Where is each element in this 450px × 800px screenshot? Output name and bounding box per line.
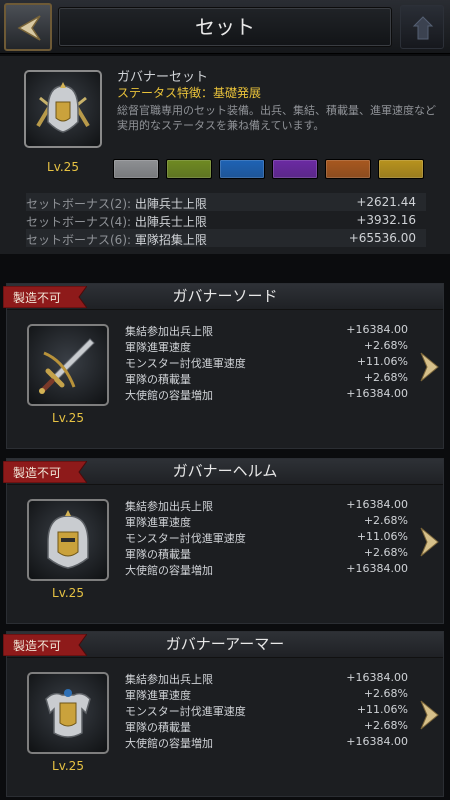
- set-description: 総督官職専用のセット装備。出兵、集結、積載量、進軍速度など実用的なステータスを兼…: [117, 104, 436, 132]
- set-bonus-row: セットボーナス(2): 出陣兵士上限 +2621.44: [26, 193, 426, 211]
- stat-row: 軍隊の積載量 +2.68%: [125, 719, 408, 735]
- item-level: Lv.25: [52, 759, 84, 773]
- helmet-icon: [47, 510, 89, 569]
- back-button[interactable]: [4, 3, 52, 51]
- set-trait: ステータス特徴：基礎発展: [117, 86, 262, 100]
- stat-value: +2.68%: [363, 371, 408, 384]
- quality-swatch-gold[interactable]: [378, 159, 424, 179]
- stat-label: モンスター討伐進軍速度: [125, 705, 246, 718]
- set-level: Lv.25: [47, 160, 79, 174]
- stat-label: 集結参加出兵上限: [125, 673, 213, 686]
- set-bonus-value: +2621.44: [356, 195, 416, 209]
- stat-row: 軍隊の積載量 +2.68%: [125, 371, 408, 387]
- stat-label: 軍隊進軍速度: [125, 689, 191, 702]
- stat-label: 軍隊の積載量: [125, 721, 191, 734]
- stat-value: +16384.00: [346, 323, 408, 336]
- quality-swatch-green[interactable]: [166, 159, 212, 179]
- stat-value: +2.68%: [363, 687, 408, 700]
- governor-helmet-emblem-icon: [36, 82, 90, 133]
- stat-row: 大使館の容量増加 +16384.00: [125, 387, 408, 403]
- stat-value: +11.06%: [356, 703, 408, 716]
- quality-swatch-blue[interactable]: [219, 159, 265, 179]
- stat-row: 集結参加出兵上限 +16384.00: [125, 323, 408, 339]
- stat-row: モンスター討伐進軍速度 +11.06%: [125, 530, 408, 546]
- stat-row: 軍隊進軍速度 +2.68%: [125, 687, 408, 703]
- set-bonus-value: +65536.00: [348, 231, 416, 245]
- top-bar: セット: [0, 0, 450, 54]
- stat-value: +2.68%: [363, 719, 408, 732]
- set-bonus-value: +3932.16: [356, 213, 416, 227]
- item-icon[interactable]: [27, 499, 109, 581]
- stat-label: 軍隊進軍速度: [125, 341, 191, 354]
- chevron-right-icon[interactable]: [417, 525, 441, 559]
- stat-value: +16384.00: [346, 671, 408, 684]
- set-bonus-label: セットボーナス(2): 出陣兵士上限: [26, 197, 207, 211]
- quality-swatch-orange[interactable]: [325, 159, 371, 179]
- quality-swatch-gray[interactable]: [113, 159, 159, 179]
- home-button[interactable]: [400, 5, 444, 49]
- set-summary-panel: Lv.25 ガバナーセット ステータス特徴：基礎発展 総督官職専用のセット装備。…: [0, 56, 450, 254]
- set-bonus-row: セットボーナス(4): 出陣兵士上限 +3932.16: [26, 211, 426, 229]
- page-title-bar: セット: [58, 7, 392, 47]
- stat-value: +2.68%: [363, 514, 408, 527]
- stat-row: 軍隊進軍速度 +2.68%: [125, 514, 408, 530]
- chevron-right-icon[interactable]: [417, 350, 441, 384]
- stat-row: 大使館の容量増加 +16384.00: [125, 562, 408, 578]
- ribbon-label: 製造不可: [13, 466, 62, 480]
- stat-row: モンスター討伐進軍速度 +11.06%: [125, 703, 408, 719]
- stat-label: モンスター討伐進軍速度: [125, 357, 246, 370]
- stat-label: 軍隊の積載量: [125, 548, 191, 561]
- stat-row: 軍隊の積載量 +2.68%: [125, 546, 408, 562]
- item-card-armor[interactable]: ガバナーアーマー 製造不可 Lv.25 集結参加出兵上限 +16384.00 軍隊…: [3, 631, 444, 797]
- stat-value: +16384.00: [346, 735, 408, 748]
- quality-swatches: [113, 159, 424, 181]
- item-card-helmet[interactable]: ガバナーヘルム 製造不可 Lv.25 集結参加出兵上限 +16384.00 軍隊進…: [3, 458, 444, 624]
- not-craftable-ribbon: 製造不可: [3, 286, 87, 308]
- chevron-right-icon[interactable]: [417, 698, 441, 732]
- item-icon[interactable]: [27, 672, 109, 754]
- ribbon-label: 製造不可: [13, 639, 62, 653]
- stat-label: 大使館の容量増加: [125, 564, 213, 577]
- stat-value: +16384.00: [346, 387, 408, 400]
- set-icon[interactable]: [24, 70, 102, 148]
- stat-value: +2.68%: [363, 339, 408, 352]
- stat-label: 大使館の容量増加: [125, 737, 213, 750]
- stat-label: 集結参加出兵上限: [125, 500, 213, 513]
- set-name: ガバナーセット: [117, 70, 209, 85]
- stat-row: モンスター討伐進軍速度 +11.06%: [125, 355, 408, 371]
- set-bonus-label: セットボーナス(6): 軍隊招集上限: [26, 233, 207, 247]
- item-icon[interactable]: [27, 324, 109, 406]
- stat-value: +2.68%: [363, 546, 408, 559]
- page-title: セット: [195, 15, 255, 39]
- stat-row: 軍隊進軍速度 +2.68%: [125, 339, 408, 355]
- set-bonus-label: セットボーナス(4): 出陣兵士上限: [26, 215, 207, 229]
- stat-value: +16384.00: [346, 498, 408, 511]
- item-level: Lv.25: [52, 586, 84, 600]
- set-bonus-row: セットボーナス(6): 軍隊招集上限 +65536.00: [26, 229, 426, 247]
- armor-icon: [45, 689, 91, 738]
- stat-label: 軍隊進軍速度: [125, 516, 191, 529]
- back-arrow-icon: [17, 15, 41, 41]
- sword-icon: [39, 338, 95, 394]
- stat-label: 軍隊の積載量: [125, 373, 191, 386]
- stat-label: モンスター討伐進軍速度: [125, 532, 246, 545]
- stat-value: +11.06%: [356, 355, 408, 368]
- ribbon-label: 製造不可: [13, 291, 62, 305]
- stat-value: +16384.00: [346, 562, 408, 575]
- item-level: Lv.25: [52, 411, 84, 425]
- stat-label: 大使館の容量増加: [125, 389, 213, 402]
- stat-row: 集結参加出兵上限 +16384.00: [125, 498, 408, 514]
- stat-value: +11.06%: [356, 530, 408, 543]
- not-craftable-ribbon: 製造不可: [3, 634, 87, 656]
- tower-icon: [412, 16, 434, 40]
- stat-label: 集結参加出兵上限: [125, 325, 213, 338]
- stat-row: 集結参加出兵上限 +16384.00: [125, 671, 408, 687]
- not-craftable-ribbon: 製造不可: [3, 461, 87, 483]
- item-card-sword[interactable]: ガバナーソード 製造不可 Lv.25 集結参加出兵上限 +16384.00 軍隊進…: [3, 283, 444, 449]
- stat-row: 大使館の容量増加 +16384.00: [125, 735, 408, 751]
- quality-swatch-purple[interactable]: [272, 159, 318, 179]
